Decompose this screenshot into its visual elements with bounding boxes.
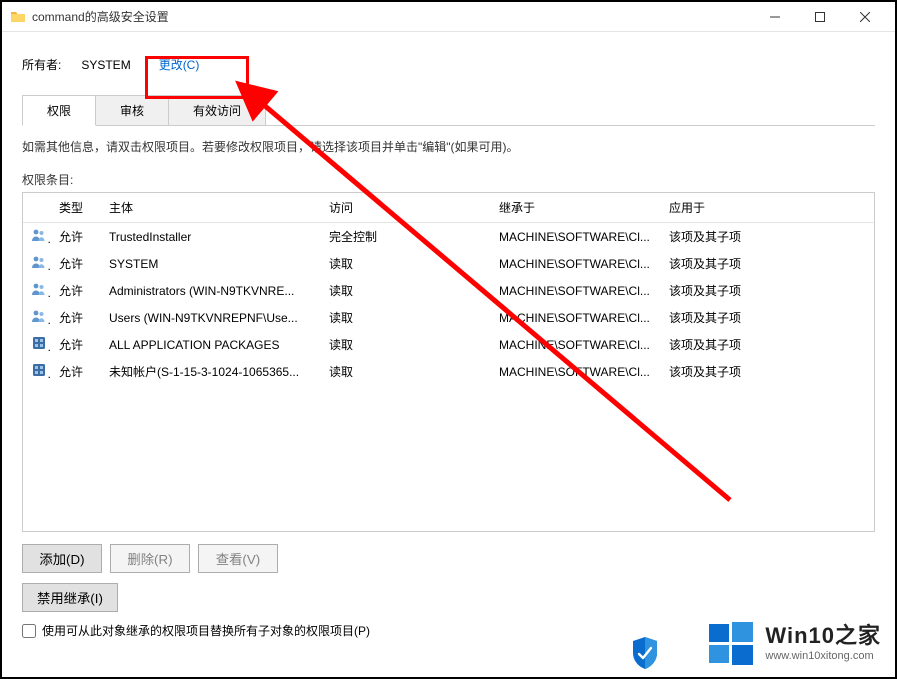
row-inherited-from: MACHINE\SOFTWARE\Cl...	[491, 223, 661, 251]
row-principal: Users (WIN-N9TKVNREPNF\Use...	[101, 304, 321, 331]
replace-children-label[interactable]: 使用可从此对象继承的权限项目替换所有子对象的权限项目(P)	[42, 622, 370, 639]
row-access: 读取	[321, 250, 491, 277]
row-type: 允许	[51, 223, 101, 251]
row-type: 允许	[51, 358, 101, 385]
row-access: 读取	[321, 331, 491, 358]
row-icon-cell	[23, 331, 51, 358]
row-applies-to: 该项及其子项	[661, 331, 874, 358]
tab-auditing[interactable]: 审核	[95, 95, 169, 125]
row-principal: 未知帐户(S-1-15-3-1024-1065365...	[101, 358, 321, 385]
column-header-type[interactable]: 类型	[51, 193, 101, 223]
table-row[interactable]: 允许未知帐户(S-1-15-3-1024-1065365...读取MACHINE…	[23, 358, 874, 385]
change-owner-link[interactable]: 更改(C)	[151, 52, 208, 77]
watermark: Win10之家 www.win10xitong.com	[707, 619, 881, 667]
row-icon-cell	[23, 250, 51, 277]
tabs: 权限 审核 有效访问	[22, 95, 875, 126]
disable-inheritance-button[interactable]: 禁用继承(I)	[22, 583, 118, 612]
remove-button[interactable]: 删除(R)	[110, 544, 190, 573]
maximize-button[interactable]	[797, 3, 842, 31]
row-principal: ALL APPLICATION PACKAGES	[101, 331, 321, 358]
owner-row: 所有者: SYSTEM 更改(C)	[22, 52, 875, 77]
entries-label: 权限条目:	[22, 171, 875, 188]
instructions-text: 如需其他信息，请双击权限项目。若要修改权限项目，请选择该项目并单击"编辑"(如果…	[22, 138, 875, 157]
windows-logo-icon	[707, 619, 755, 667]
permissions-table-container[interactable]: 类型 主体 访问 继承于 应用于 允许TrustedInstaller完全控制M…	[22, 192, 875, 532]
column-header-icon[interactable]	[23, 193, 51, 223]
row-applies-to: 该项及其子项	[661, 277, 874, 304]
row-icon-cell	[23, 304, 51, 331]
owner-value: SYSTEM	[81, 58, 130, 72]
watermark-title: Win10之家	[765, 622, 881, 650]
table-row[interactable]: 允许SYSTEM读取MACHINE\SOFTWARE\Cl...该项及其子项	[23, 250, 874, 277]
row-access: 读取	[321, 277, 491, 304]
tab-permissions[interactable]: 权限	[22, 95, 96, 126]
row-inherited-from: MACHINE\SOFTWARE\Cl...	[491, 277, 661, 304]
row-type: 允许	[51, 250, 101, 277]
replace-children-checkbox[interactable]	[22, 624, 36, 638]
row-icon-cell	[23, 223, 51, 251]
row-access: 读取	[321, 304, 491, 331]
row-type: 允许	[51, 331, 101, 358]
row-type: 允许	[51, 304, 101, 331]
row-inherited-from: MACHINE\SOFTWARE\Cl...	[491, 358, 661, 385]
row-access: 完全控制	[321, 223, 491, 251]
row-icon-cell	[23, 277, 51, 304]
row-applies-to: 该项及其子项	[661, 223, 874, 251]
row-access: 读取	[321, 358, 491, 385]
column-header-access[interactable]: 访问	[321, 193, 491, 223]
row-applies-to: 该项及其子项	[661, 250, 874, 277]
table-row[interactable]: 允许Users (WIN-N9TKVNREPNF\Use...读取MACHINE…	[23, 304, 874, 331]
column-header-principal[interactable]: 主体	[101, 193, 321, 223]
shield-icon	[631, 637, 659, 669]
owner-label: 所有者:	[22, 56, 61, 73]
minimize-button[interactable]	[752, 3, 797, 31]
watermark-url: www.win10xitong.com	[765, 650, 881, 664]
titlebar: command的高级安全设置	[2, 2, 895, 32]
row-principal: SYSTEM	[101, 250, 321, 277]
add-button[interactable]: 添加(D)	[22, 544, 102, 573]
tab-effective-access[interactable]: 有效访问	[168, 95, 266, 125]
table-row[interactable]: 允许ALL APPLICATION PACKAGES读取MACHINE\SOFT…	[23, 331, 874, 358]
permissions-table: 类型 主体 访问 继承于 应用于 允许TrustedInstaller完全控制M…	[23, 193, 874, 385]
row-principal: TrustedInstaller	[101, 223, 321, 251]
table-header-row: 类型 主体 访问 继承于 应用于	[23, 193, 874, 223]
folder-icon	[10, 9, 26, 25]
row-inherited-from: MACHINE\SOFTWARE\Cl...	[491, 304, 661, 331]
column-header-inherited-from[interactable]: 继承于	[491, 193, 661, 223]
row-icon-cell	[23, 358, 51, 385]
row-principal: Administrators (WIN-N9TKVNRE...	[101, 277, 321, 304]
row-applies-to: 该项及其子项	[661, 304, 874, 331]
row-inherited-from: MACHINE\SOFTWARE\Cl...	[491, 250, 661, 277]
row-inherited-from: MACHINE\SOFTWARE\Cl...	[491, 331, 661, 358]
window-frame: command的高级安全设置 所有者: SYSTEM 更改(C) 权限 审核 有…	[0, 0, 897, 679]
window-title: command的高级安全设置	[32, 8, 752, 25]
row-applies-to: 该项及其子项	[661, 358, 874, 385]
table-row[interactable]: 允许Administrators (WIN-N9TKVNRE...读取MACHI…	[23, 277, 874, 304]
close-button[interactable]	[842, 3, 887, 31]
column-header-applies-to[interactable]: 应用于	[661, 193, 874, 223]
table-row[interactable]: 允许TrustedInstaller完全控制MACHINE\SOFTWARE\C…	[23, 223, 874, 251]
view-button[interactable]: 查看(V)	[198, 544, 278, 573]
row-type: 允许	[51, 277, 101, 304]
